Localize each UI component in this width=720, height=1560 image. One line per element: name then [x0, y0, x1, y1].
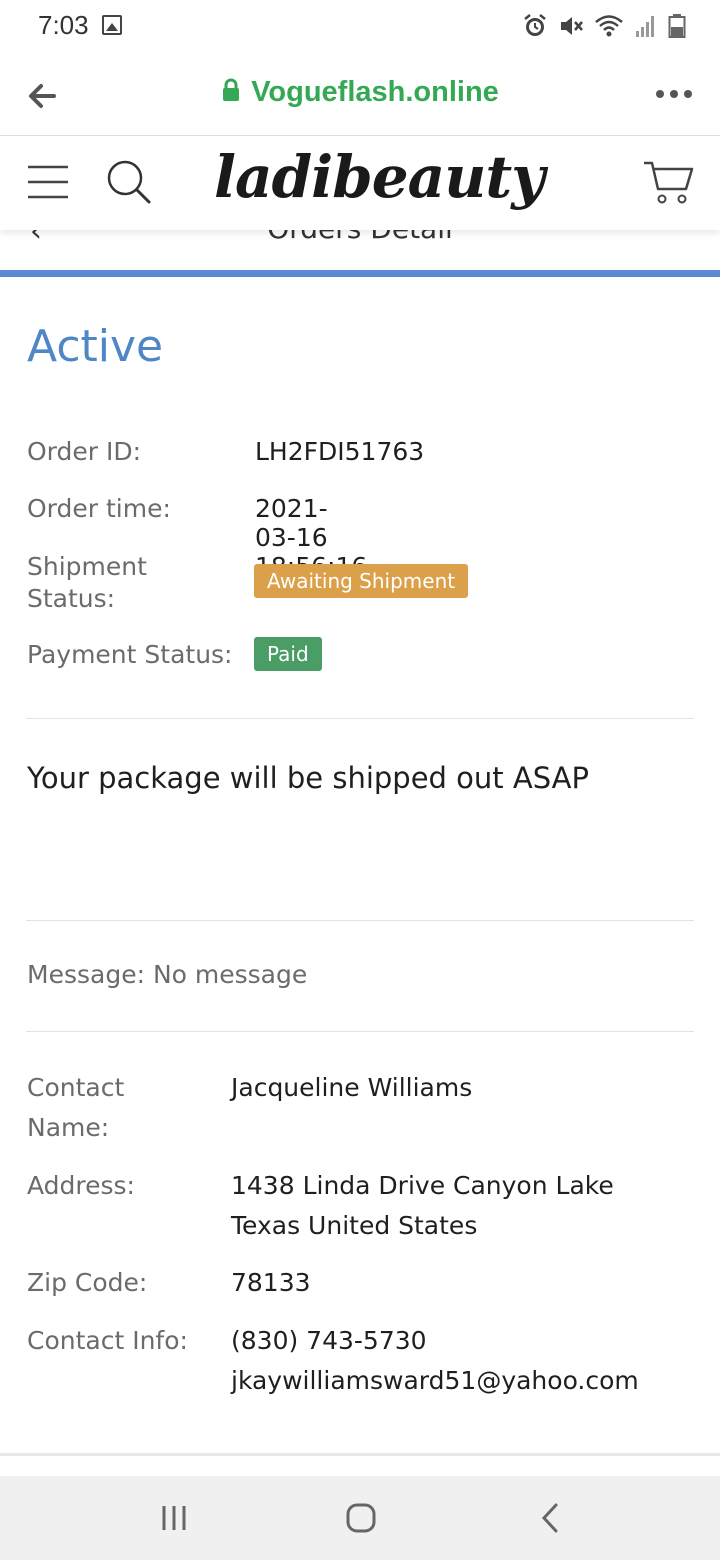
signal-icon: [636, 16, 654, 37]
url-bar[interactable]: Vogueflash.online: [0, 76, 720, 109]
status-bar: 7:03: [0, 0, 720, 54]
mute-icon: [561, 17, 583, 35]
divider: [26, 718, 694, 719]
home-icon[interactable]: [344, 1502, 378, 1534]
contact-info-label: Contact Info:: [27, 1326, 188, 1355]
phone-value[interactable]: (830) 743-5730: [231, 1326, 427, 1355]
shipment-status-row: Shipment Status: Awaiting Shipment: [27, 551, 627, 621]
address-label: Address:: [27, 1171, 135, 1200]
contact-name-label: Contact Name:: [27, 1073, 125, 1142]
email-value[interactable]: jkaywilliamsward51@yahoo.com: [231, 1366, 639, 1395]
order-time-label: Order time:: [27, 494, 171, 523]
url-text: Vogueflash.online: [251, 76, 499, 108]
divider: [26, 1031, 694, 1032]
back-icon[interactable]: [536, 1502, 564, 1534]
cart-icon[interactable]: [642, 159, 694, 205]
order-time-row: Order time: 2021-03-16 18:56:16: [27, 494, 367, 581]
contact-name-value: Jacqueline Williams: [231, 1073, 473, 1102]
footer-divider: [0, 1453, 720, 1456]
battery-icon: [668, 14, 686, 38]
search-icon[interactable]: [106, 159, 152, 205]
site-logo[interactable]: ladibeauty: [214, 143, 545, 211]
payment-status-row: Payment Status: Paid: [27, 637, 627, 671]
recent-apps-icon[interactable]: [158, 1502, 190, 1534]
system-nav-bar: [0, 1476, 720, 1560]
menu-icon[interactable]: [26, 163, 70, 201]
shipment-status-badge: Awaiting Shipment: [254, 564, 469, 598]
header-divider: [0, 270, 720, 277]
more-icon[interactable]: [654, 84, 694, 104]
order-id-value: LH2FDI51763: [255, 437, 425, 466]
zip-label: Zip Code:: [27, 1268, 148, 1297]
address-value: 1438 Linda Drive Canyon Lake Texas Unite…: [231, 1171, 614, 1240]
shipping-note: Your package will be shipped out ASAP: [27, 761, 590, 795]
site-header: ladibeauty: [0, 137, 720, 230]
order-id-row: Order ID: LH2FDI51763: [27, 437, 424, 466]
divider: [26, 920, 694, 921]
payment-status-label: Payment Status:: [27, 640, 233, 669]
contact-name-row: Contact Name: Jacqueline Williams: [27, 1068, 707, 1148]
image-icon: [102, 15, 122, 35]
alarm-icon: [524, 14, 546, 36]
zip-row: Zip Code: 78133: [27, 1263, 707, 1303]
message-text: Message: No message: [27, 960, 308, 989]
status-icons: [522, 12, 686, 40]
status-time: 7:03: [38, 10, 89, 40]
contact-info-row: Contact Info: (830) 743-5730 jkaywilliam…: [27, 1321, 707, 1401]
contact-info-value: (830) 743-5730 jkaywilliamsward51@yahoo.…: [231, 1321, 701, 1401]
order-id-label: Order ID:: [27, 437, 142, 466]
order-status-title: Active: [27, 321, 164, 372]
address-row: Address: 1438 Linda Drive Canyon Lake Te…: [27, 1166, 707, 1246]
wifi-icon: [595, 15, 623, 37]
payment-status-badge: Paid: [254, 637, 322, 671]
browser-bar: Vogueflash.online: [0, 54, 720, 136]
lock-icon: [223, 78, 240, 102]
zip-value: 78133: [231, 1268, 311, 1297]
